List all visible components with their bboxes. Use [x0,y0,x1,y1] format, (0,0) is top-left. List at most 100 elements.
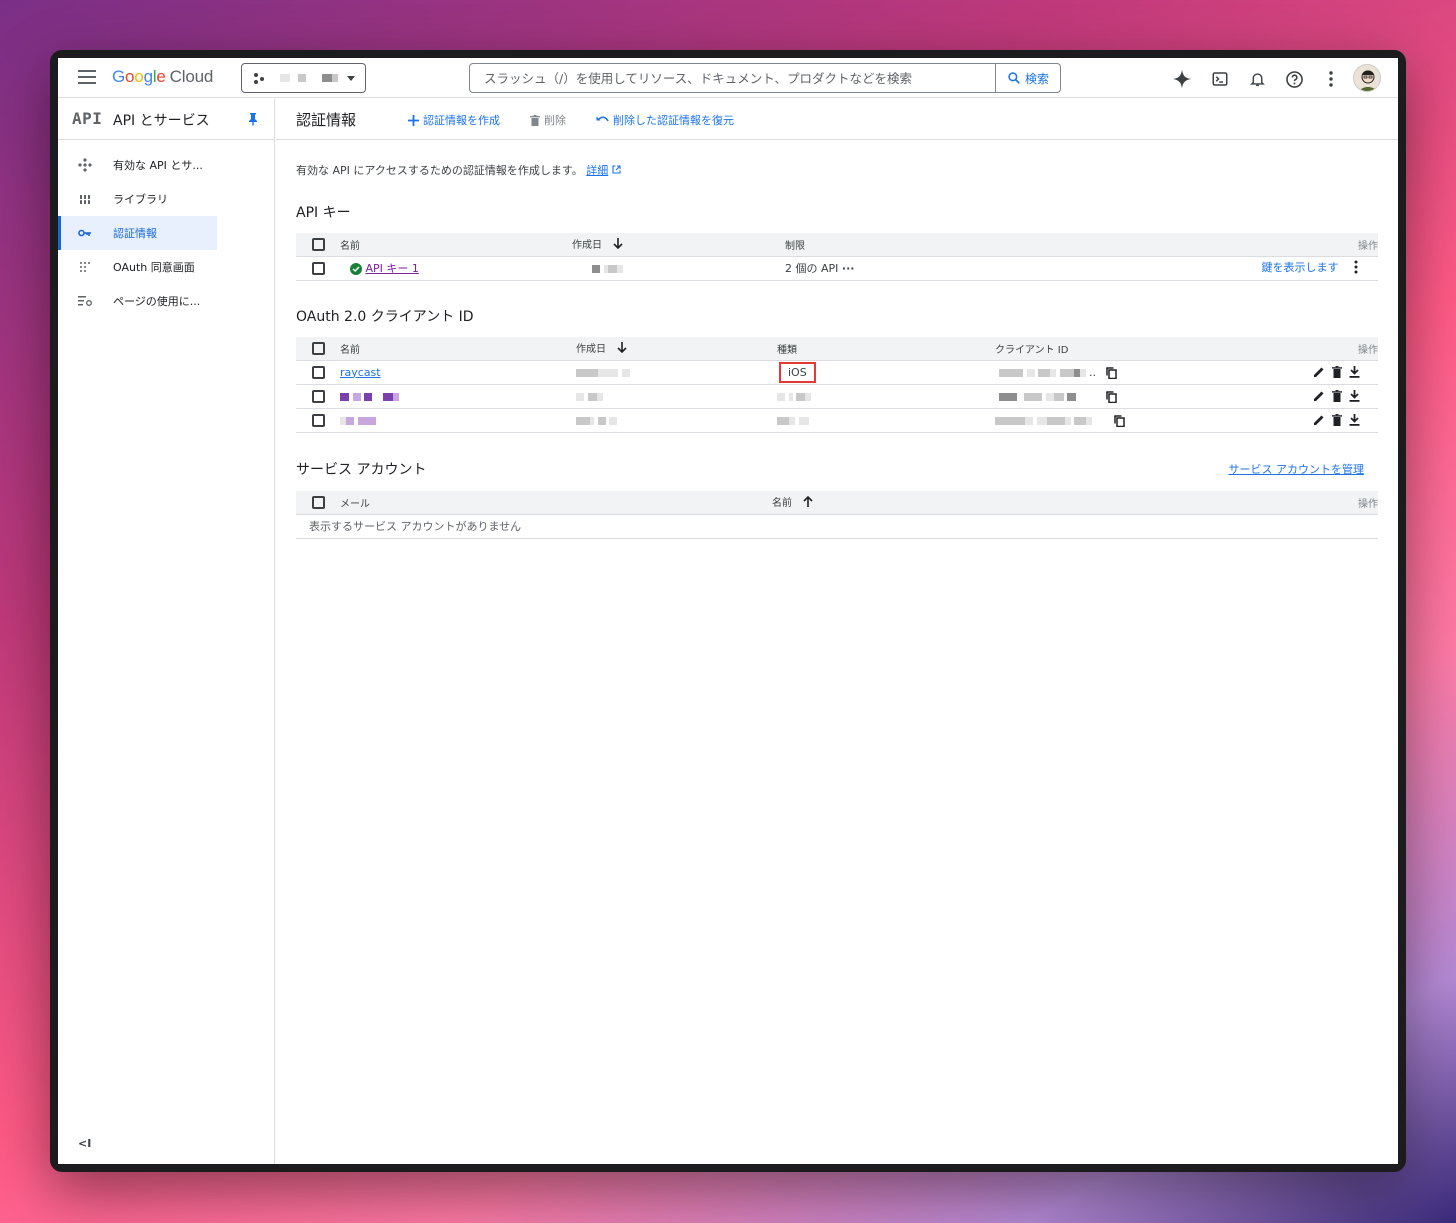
external-link-icon [612,165,621,174]
delete-button[interactable]: 削除 [530,112,566,128]
column-header-name[interactable]: 名前 [340,241,360,252]
sidebar-item-library[interactable]: ライブラリ [58,182,217,216]
row-checkbox[interactable] [312,413,325,427]
column-header-client-id: クライアント ID [995,344,1069,356]
column-header-ops: 操作 [1358,498,1378,510]
manage-service-accounts-link[interactable]: サービス アカウントを管理 [1229,461,1365,477]
arrow-down-icon[interactable] [617,342,627,356]
create-credentials-button[interactable]: 認証情報を作成 [408,112,500,128]
search-bar: 検索 [469,63,1061,93]
table-row [296,384,1378,409]
table-row: raycast iOS .. [296,360,1378,385]
pin-icon[interactable] [247,112,259,129]
sidebar-item-label: ライブラリ [113,193,168,206]
edit-icon[interactable] [1313,390,1325,402]
api-key-name-link[interactable]: API キー 1 [366,262,419,275]
check-circle-icon [350,263,362,275]
sidebar-item-page-usage[interactable]: ページの使用に... [58,284,217,318]
copy-icon[interactable] [1113,414,1125,427]
restore-deleted-button[interactable]: 削除した認証情報を復元 [596,112,734,128]
column-header-ops: 操作 [1358,344,1378,356]
table-header-row: メール 名前 操作 [296,491,1378,515]
service-accounts-table: メール 名前 操作 表示するサービス アカウントがありません [296,491,1378,539]
arrow-up-icon[interactable] [803,496,813,510]
column-header-restriction: 制限 [785,240,805,252]
page-usage-icon [78,294,92,308]
search-icon [1008,72,1020,84]
arrow-down-icon[interactable] [613,238,623,252]
column-header-type: 種類 [777,344,797,356]
more-vert-icon[interactable] [1320,68,1342,90]
add-icon [408,114,419,126]
table-row: API キー 1 2 個の API ··· 鍵を表示します [296,256,1378,281]
sidebar-title: API とサービス [113,113,210,129]
key-icon [78,226,92,240]
row-more-vert-icon[interactable] [1354,260,1358,277]
avatar[interactable] [1353,64,1381,92]
download-icon[interactable] [1349,414,1360,426]
sidebar-item-enabled-apis[interactable]: 有効な API とサ... [58,148,217,182]
chevron-down-icon [347,76,355,81]
show-key-link[interactable]: 鍵を表示します [1262,261,1339,274]
table-header-row: 名前 作成日 種類 クライアント ID 操作 [296,337,1378,361]
column-header-name[interactable]: 名前 [772,498,792,509]
row-checkbox[interactable] [312,261,325,275]
gemini-sparkle-icon[interactable] [1171,68,1193,90]
oauth-clients-title: OAuth 2.0 クライアント ID [296,309,474,325]
column-header-created[interactable]: 作成日 [576,344,606,355]
column-header-ops: 操作 [1358,240,1378,252]
project-picker[interactable] [241,63,366,93]
trash-icon[interactable] [1332,366,1342,378]
top-bar: GoogleCloud 検索 [58,58,1398,98]
undo-icon [596,116,609,122]
sidebar: API API とサービス 有効な API とサ... ライブラリ 認証情報 O… [58,99,275,1164]
table-header-row: 名前 作成日 制限 操作 [296,233,1378,257]
menu-icon[interactable] [78,70,96,86]
sidebar-item-label: 認証情報 [113,227,157,240]
copy-icon[interactable] [1105,390,1117,403]
trash-icon[interactable] [1332,390,1342,402]
client-name-link[interactable]: raycast [340,366,381,379]
google-cloud-logo[interactable]: Google Cloud [112,67,213,87]
sidebar-item-label: 有効な API とサ... [113,159,203,172]
search-button[interactable]: 検索 [995,64,1060,92]
edit-icon[interactable] [1313,414,1325,426]
row-checkbox[interactable] [312,365,325,379]
consent-dots-icon [78,260,92,274]
search-input[interactable] [470,64,995,92]
column-header-email[interactable]: メール [340,499,370,510]
sidebar-item-label: ページの使用に... [113,295,201,308]
download-icon[interactable] [1349,366,1360,378]
trash-icon [530,114,540,126]
help-icon[interactable] [1283,68,1305,90]
copy-icon[interactable] [1105,366,1117,379]
api-keys-title: API キー [296,205,351,221]
select-all-checkbox[interactable] [312,237,325,251]
restriction-value: 2 個の API [785,262,839,275]
client-type-badge: iOS [779,361,816,383]
sidebar-item-oauth-consent[interactable]: OAuth 同意画面 [58,250,217,284]
column-header-name[interactable]: 名前 [340,345,360,356]
service-accounts-title: サービス アカウント [296,462,427,478]
cloud-shell-terminal-icon[interactable] [1209,68,1231,90]
row-checkbox[interactable] [312,389,325,403]
edit-icon[interactable] [1313,366,1325,378]
page-header: 認証情報 認証情報を作成 削除 削除した認証情報を復元 [276,99,1398,140]
learn-more-link[interactable]: 詳細 [586,164,608,177]
empty-state-text: 表示するサービス アカウントがありません [296,514,1378,539]
page-title: 認証情報 [296,111,357,129]
select-all-checkbox[interactable] [312,495,325,509]
select-all-checkbox[interactable] [312,341,325,355]
oauth-clients-table: 名前 作成日 種類 クライアント ID 操作 raycast iOS .. [296,337,1378,433]
column-header-created[interactable]: 作成日 [572,240,602,251]
table-row: 表示するサービス アカウントがありません [296,514,1378,539]
notifications-bell-icon[interactable] [1246,68,1268,90]
trash-icon[interactable] [1332,414,1342,426]
sidebar-item-credentials[interactable]: 認証情報 [58,216,217,250]
collapse-sidebar-icon[interactable]: <I [78,1137,91,1150]
more-horiz-icon[interactable]: ··· [842,262,855,275]
browser-window: GoogleCloud 検索 [50,50,1406,1172]
library-icon [78,192,92,206]
download-icon[interactable] [1349,390,1360,402]
sidebar-item-label: OAuth 同意画面 [113,261,195,274]
